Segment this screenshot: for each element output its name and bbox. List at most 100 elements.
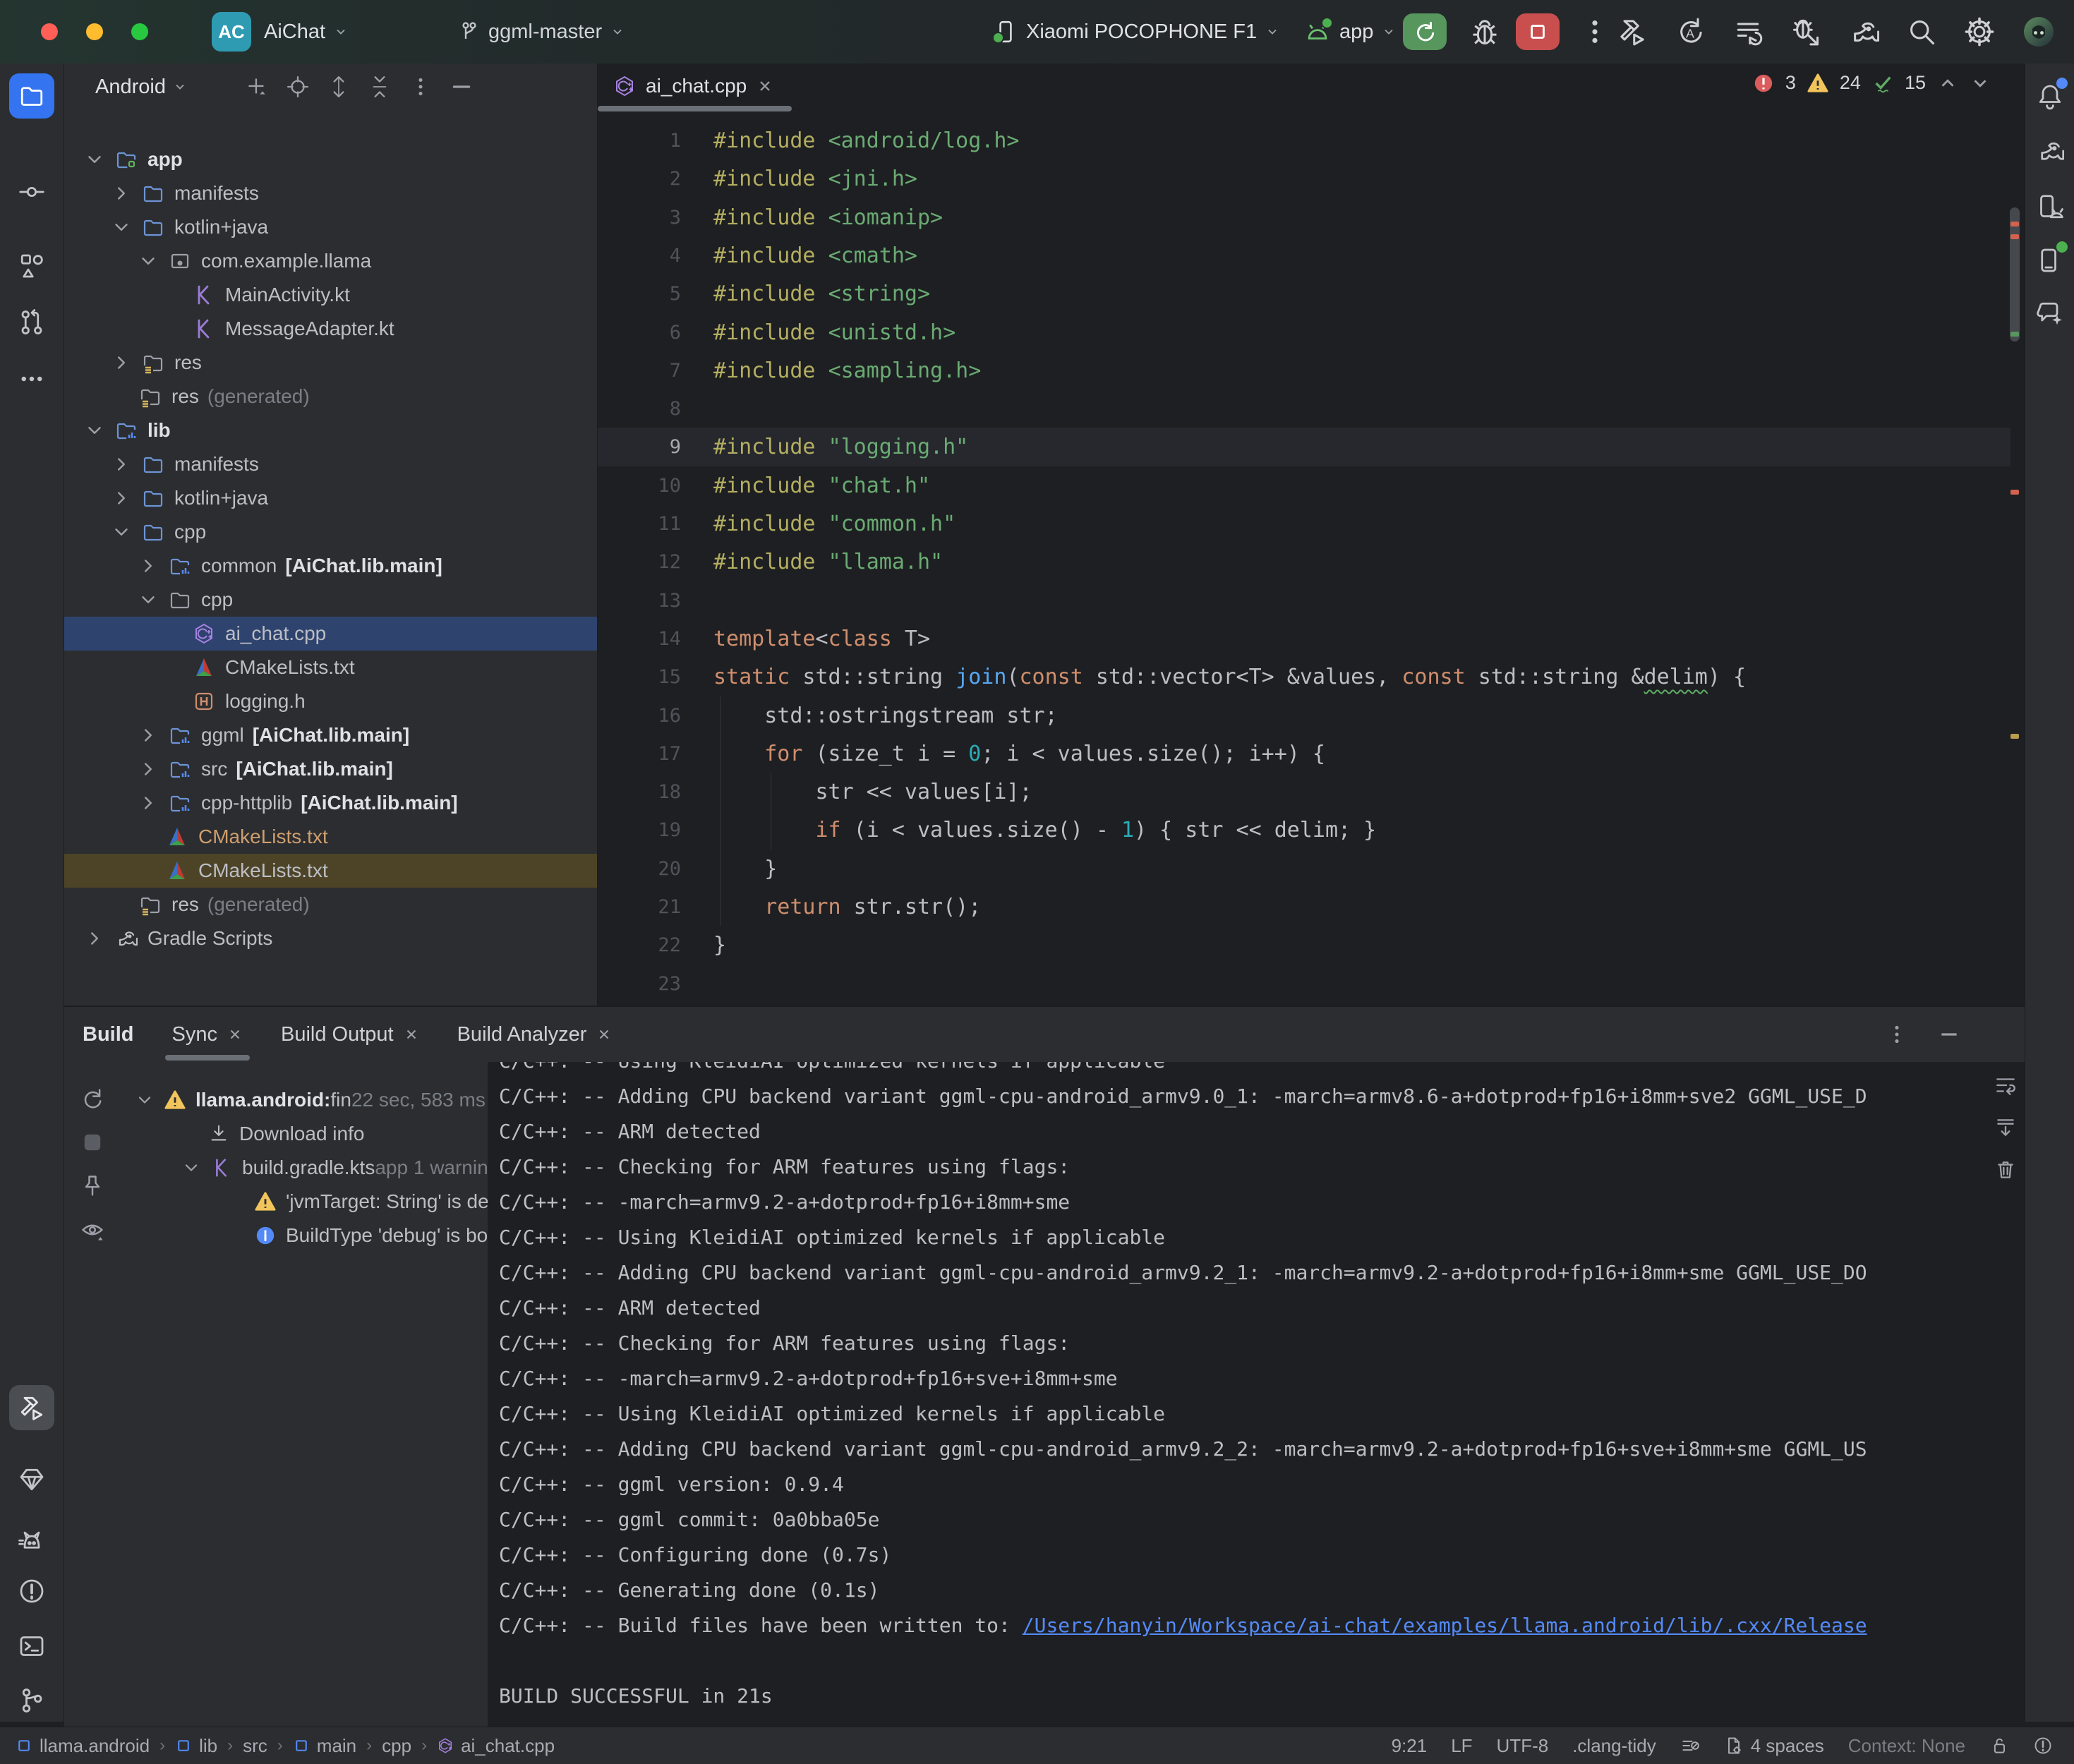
scroll-end-icon[interactable] xyxy=(1994,1116,2018,1140)
tree-item-logging-h[interactable]: logging.h xyxy=(64,684,597,718)
window-close-button[interactable] xyxy=(41,23,58,40)
clear-icon[interactable] xyxy=(1994,1158,2018,1182)
build-tree-item[interactable]: 'jvmTarget: String' is deprecated xyxy=(121,1185,488,1219)
breadcrumb-src[interactable]: src xyxy=(243,1735,267,1757)
status-4-spaces[interactable]: 4 spaces xyxy=(1724,1735,1824,1757)
tool-strip-commit[interactable] xyxy=(9,169,54,215)
tree-item-app[interactable]: app xyxy=(64,143,597,176)
tree-item-ai-chat-cpp[interactable]: ai_chat.cpp xyxy=(64,617,597,651)
project-view-selector[interactable]: Android xyxy=(95,75,187,99)
tool-strip-device-manager[interactable] xyxy=(2030,187,2070,228)
more-vertical-icon[interactable] xyxy=(409,75,433,99)
run-configuration-selector[interactable]: app xyxy=(1304,0,1396,64)
window-minimize-button[interactable] xyxy=(86,23,103,40)
tree-item-common[interactable]: common[AiChat.lib.main] xyxy=(64,549,597,583)
build-tab-build-output[interactable]: Build Output xyxy=(281,1007,419,1062)
build-tree-item[interactable]: llama.android: fin 22 sec, 583 ms xyxy=(121,1083,488,1117)
status-lf[interactable]: LF xyxy=(1451,1735,1472,1757)
close-icon[interactable] xyxy=(596,1027,612,1042)
project-selector[interactable]: AiChat xyxy=(264,0,348,64)
device-selector[interactable]: Xiaomi POCOPHONE F1 xyxy=(994,0,1279,64)
tree-item-ggml[interactable]: ggml[AiChat.lib.main] xyxy=(64,718,597,752)
tool-strip-pull-requests[interactable] xyxy=(9,300,54,345)
status--clang-tidy[interactable]: .clang-tidy xyxy=(1572,1735,1656,1757)
filter-eye-icon[interactable] xyxy=(80,1217,105,1243)
tool-strip-structure[interactable] xyxy=(9,243,54,289)
status-error-outline[interactable] xyxy=(2033,1736,2053,1756)
settings-icon[interactable] xyxy=(1964,16,1995,47)
close-icon[interactable] xyxy=(756,78,773,95)
tool-strip-gradle[interactable] xyxy=(2030,131,2070,171)
rerun-button[interactable] xyxy=(1403,13,1447,50)
breadcrumb-llama-android[interactable]: llama.android xyxy=(16,1735,150,1757)
tree-item-res[interactable]: res(generated) xyxy=(64,888,597,922)
code-area[interactable]: 1#include <android/log.h>2#include <jni.… xyxy=(598,109,2025,1005)
gradle-sync-icon[interactable] xyxy=(1848,16,1879,47)
tool-strip-gemini-chat[interactable] xyxy=(2030,293,2070,334)
editor-error-stripe[interactable] xyxy=(2009,109,2020,1005)
build-tree-item[interactable]: Download info xyxy=(121,1117,488,1151)
tool-strip-running-devices[interactable] xyxy=(2030,240,2070,281)
status-formatter[interactable] xyxy=(1680,1736,1700,1756)
tree-item-kotlin-java[interactable]: kotlin+java xyxy=(64,481,597,515)
tool-strip-terminal[interactable] xyxy=(9,1624,54,1669)
breadcrumb-cpp[interactable]: cpp xyxy=(382,1735,411,1757)
search-icon[interactable] xyxy=(1906,16,1937,47)
tool-strip-more-horizontal[interactable] xyxy=(9,356,54,401)
avatar[interactable] xyxy=(2022,15,2056,49)
tool-strip-version-control[interactable] xyxy=(9,1678,54,1723)
pin-icon[interactable] xyxy=(80,1173,105,1199)
add-icon[interactable] xyxy=(245,75,269,99)
hide-panel-icon[interactable] xyxy=(1937,1022,1961,1046)
window-zoom-button[interactable] xyxy=(131,23,148,40)
tree-item-src[interactable]: src[AiChat.lib.main] xyxy=(64,752,597,786)
build-tab-sync[interactable]: Sync xyxy=(172,1007,243,1062)
tool-strip-problems[interactable] xyxy=(9,1569,54,1614)
debug-button[interactable] xyxy=(1469,16,1500,47)
sync-a-icon[interactable]: A xyxy=(1675,16,1706,47)
inspections-widget[interactable]: 3 24 15 xyxy=(1753,72,1991,94)
tool-strip-build-hammer[interactable] xyxy=(9,1385,54,1430)
stop-button[interactable] xyxy=(1516,13,1560,50)
breadcrumb-lib[interactable]: lib xyxy=(175,1735,217,1757)
close-icon[interactable] xyxy=(404,1027,419,1042)
tree-item-manifests[interactable]: manifests xyxy=(64,447,597,481)
build-tree-item[interactable]: BuildType 'debug' is both debuggable xyxy=(121,1219,488,1252)
tree-item-mainactivity-kt[interactable]: MainActivity.kt xyxy=(64,278,597,312)
tree-item-cmakelists-txt[interactable]: CMakeLists.txt xyxy=(64,651,597,684)
build-tab-build-analyzer[interactable]: Build Analyzer xyxy=(457,1007,613,1062)
tree-item-gradle-scripts[interactable]: Gradle Scripts xyxy=(64,922,597,955)
attach-debugger-icon[interactable] xyxy=(1790,16,1821,47)
tool-strip-quality-insights[interactable] xyxy=(9,1457,54,1502)
prev-issue-icon[interactable] xyxy=(1937,73,1958,94)
tree-item-res[interactable]: res xyxy=(64,346,597,380)
locate-icon[interactable] xyxy=(286,75,310,99)
tree-item-com-example-llama[interactable]: com.example.llama xyxy=(64,244,597,278)
status-unlock[interactable] xyxy=(1989,1736,2009,1756)
next-issue-icon[interactable] xyxy=(1970,73,1991,94)
tree-item-manifests[interactable]: manifests xyxy=(64,176,597,210)
status-context-none[interactable]: Context: None xyxy=(1848,1735,1965,1757)
build-hammer-icon[interactable] xyxy=(1617,16,1648,47)
tree-item-messageadapter-kt[interactable]: MessageAdapter.kt xyxy=(64,312,597,346)
expand-all-icon[interactable] xyxy=(327,75,351,99)
hide-icon[interactable] xyxy=(450,75,474,99)
collapse-all-icon[interactable] xyxy=(368,75,392,99)
tool-strip-notifications[interactable] xyxy=(2030,76,2070,117)
tree-item-cmakelists-txt[interactable]: CMakeLists.txt xyxy=(64,820,597,854)
tree-item-res[interactable]: res(generated) xyxy=(64,380,597,413)
breadcrumb-main[interactable]: main xyxy=(293,1735,356,1757)
tree-item-cmakelists-txt[interactable]: CMakeLists.txt xyxy=(64,854,597,888)
soft-wrap-icon[interactable] xyxy=(1994,1073,2018,1097)
breadcrumb-ai-chat-cpp[interactable]: ai_chat.cpp xyxy=(437,1735,555,1757)
vcs-branch-selector[interactable]: ggml-master xyxy=(457,0,625,64)
run-list-icon[interactable] xyxy=(1732,16,1763,47)
more-vertical-icon[interactable] xyxy=(1885,1022,1909,1046)
tree-item-cpp[interactable]: cpp xyxy=(64,583,597,617)
status-utf-8[interactable]: UTF-8 xyxy=(1497,1735,1549,1757)
build-console[interactable]: C/C++: -- Using KleidiAI optimized kerne… xyxy=(488,1062,2025,1727)
tree-item-lib[interactable]: lib xyxy=(64,413,597,447)
stop-square-icon[interactable] xyxy=(80,1130,105,1155)
console-link[interactable]: /Users/hanyin/Workspace/ai-chat/examples… xyxy=(1023,1614,1867,1637)
refresh-icon[interactable] xyxy=(80,1086,105,1111)
